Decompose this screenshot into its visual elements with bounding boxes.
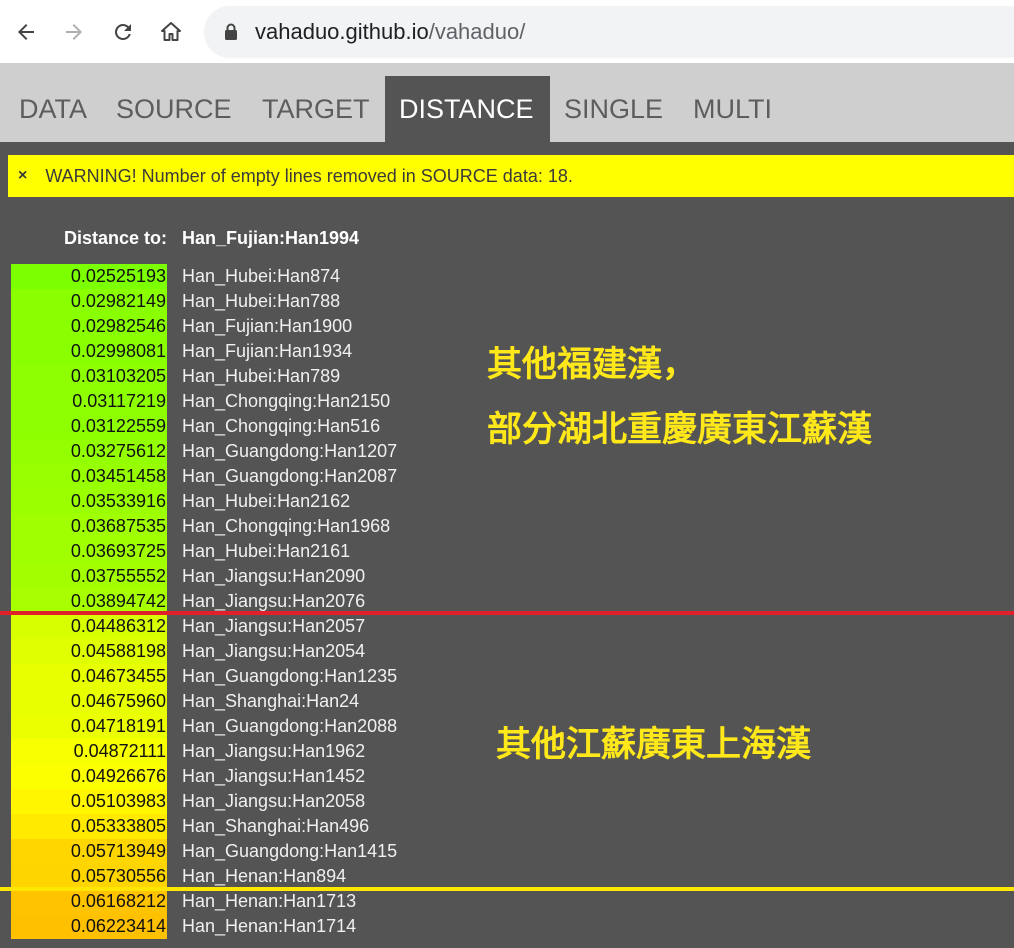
table-row: 0.05103983 Han_Jiangsu:Han2058 [0, 789, 1014, 814]
sample-name: Han_Chongqing:Han2150 [182, 391, 391, 411]
distance-value: 0.04673455 [11, 664, 167, 689]
table-row: 0.03687535 Han_Chongqing:Han1968 [0, 514, 1014, 539]
table-row: 0.05333805 Han_Shanghai:Han496 [0, 814, 1014, 839]
distance-value: 0.02525193 [11, 264, 167, 289]
distance-value: 0.06223414 [11, 914, 167, 939]
sample-name: Han_Jiangsu:Han2058 [182, 791, 366, 811]
annotation-line-1: 其他福建漢， [487, 345, 698, 384]
table-row: 0.03451458 Han_Guangdong:Han2087 [0, 464, 1014, 489]
annotation-line-2: 部分湖北重慶廣東江蘇漢 [487, 410, 873, 449]
distance-value: 0.06168212 [11, 889, 167, 914]
distance-value: 0.03117219 [11, 389, 167, 414]
forward-arrow-icon[interactable] [58, 16, 90, 48]
distance-value: 0.04588198 [11, 639, 167, 664]
distance-value: 0.04675960 [11, 689, 167, 714]
table-row: 0.05713949 Han_Guangdong:Han1415 [0, 839, 1014, 864]
sample-name: Han_Jiangsu:Han2057 [182, 616, 366, 636]
url-path: /vahaduo/ [428, 19, 526, 44]
distance-value: 0.03275612 [11, 439, 167, 464]
table-row: 0.04675960 Han_Shanghai:Han24 [0, 689, 1014, 714]
sample-name: Han_Fujian:Han1900 [182, 316, 353, 336]
sample-name: Han_Guangdong:Han1415 [182, 841, 398, 861]
sample-name: Han_Hubei:Han874 [182, 266, 341, 286]
sample-name: Han_Henan:Han1714 [182, 916, 357, 936]
table-row: 0.02525193 Han_Hubei:Han874 [0, 264, 1014, 289]
home-icon[interactable] [155, 16, 187, 48]
warning-text: WARNING! Number of empty lines removed i… [45, 165, 573, 186]
distance-value: 0.05333805 [11, 814, 167, 839]
sample-name: Han_Jiangsu:Han1962 [182, 741, 366, 761]
distance-value: 0.04926676 [11, 764, 167, 789]
sample-name: Han_Jiangsu:Han2090 [182, 566, 366, 586]
address-bar[interactable]: vahaduo.github.io/vahaduo/ [204, 6, 1014, 58]
sample-name: Han_Chongqing:Han516 [182, 416, 381, 436]
sample-name: Han_Shanghai:Han24 [182, 691, 360, 711]
sample-name: Han_Shanghai:Han496 [182, 816, 370, 836]
tab-single[interactable]: SINGLE [550, 76, 677, 142]
sample-name: Han_Jiangsu:Han1452 [182, 766, 366, 786]
sample-name: Han_Guangdong:Han1235 [182, 666, 398, 686]
table-row: 0.03533916 Han_Hubei:Han2162 [0, 489, 1014, 514]
sample-name: Han_Guangdong:Han2087 [182, 466, 398, 486]
sample-name: Han_Hubei:Han789 [182, 366, 341, 386]
distance-value: 0.05103983 [11, 789, 167, 814]
table-row: 0.04588198 Han_Jiangsu:Han2054 [0, 639, 1014, 664]
distance-value: 0.03755552 [11, 564, 167, 589]
distance-target: Han_Fujian:Han1994 [182, 228, 360, 248]
sample-name: Han_Hubei:Han2162 [182, 491, 351, 511]
table-row: 0.05730556 Han_Henan:Han894 [0, 864, 1014, 889]
table-row: 0.04926676 Han_Jiangsu:Han1452 [0, 764, 1014, 789]
tab-target[interactable]: TARGET [248, 76, 384, 142]
warning-banner: × WARNING! Number of empty lines removed… [8, 155, 1014, 197]
distance-value: 0.03533916 [11, 489, 167, 514]
distance-value: 0.04718191 [11, 714, 167, 739]
sample-name: Han_Henan:Han1713 [182, 891, 357, 911]
tab-distance[interactable]: DISTANCE [385, 76, 550, 142]
distance-value: 0.03451458 [11, 464, 167, 489]
distance-value: 0.03693725 [11, 539, 167, 564]
close-icon[interactable]: × [18, 167, 27, 185]
table-row: 0.06223414 Han_Henan:Han1714 [0, 914, 1014, 939]
table-row: 0.03755552 Han_Jiangsu:Han2090 [0, 564, 1014, 589]
sample-name: Han_Guangdong:Han2088 [182, 716, 398, 736]
tab-data[interactable]: DATA [5, 76, 101, 142]
sample-name: Han_Hubei:Han2161 [182, 541, 351, 561]
distance-value: 0.02998081 [11, 339, 167, 364]
distance-value: 0.04486312 [11, 614, 167, 639]
distance-value: 0.03122559 [11, 414, 167, 439]
tab-bar: DATA SOURCE TARGET DISTANCE SINGLE MULTI [0, 63, 1014, 142]
url-host: vahaduo.github.io [255, 19, 429, 44]
distance-value: 0.04872111 [11, 739, 167, 764]
distance-value: 0.03103205 [11, 364, 167, 389]
lock-icon [224, 23, 238, 46]
tab-multi[interactable]: MULTI [679, 76, 786, 142]
sample-name: Han_Jiangsu:Han2054 [182, 641, 366, 661]
distance-value: 0.02982546 [11, 314, 167, 339]
table-row: 0.04486312 Han_Jiangsu:Han2057 [0, 614, 1014, 639]
table-row: 0.06168212 Han_Henan:Han1713 [0, 889, 1014, 914]
reload-icon[interactable] [107, 16, 139, 48]
tab-source[interactable]: SOURCE [102, 76, 246, 142]
distance-value: 0.03687535 [11, 514, 167, 539]
table-row: 0.02982149 Han_Hubei:Han788 [0, 289, 1014, 314]
distance-label: Distance to: [63, 228, 167, 248]
back-arrow-icon[interactable] [10, 16, 42, 48]
table-row: 0.03693725 Han_Hubei:Han2161 [0, 539, 1014, 564]
yellow-divider-line [0, 887, 1014, 891]
annotation-line-3: 其他江蘇廣東上海漢 [496, 725, 812, 764]
sample-name: Han_Hubei:Han788 [182, 291, 341, 311]
browser-toolbar: vahaduo.github.io/vahaduo/ [0, 0, 1014, 63]
red-divider-line [0, 611, 1014, 615]
table-row: 0.04673455 Han_Guangdong:Han1235 [0, 664, 1014, 689]
sample-name: Han_Chongqing:Han1968 [182, 516, 391, 536]
distance-value: 0.05730556 [11, 864, 167, 889]
sample-name: Han_Henan:Han894 [182, 866, 347, 886]
distance-value: 0.05713949 [11, 839, 167, 864]
distance-value: 0.02982149 [11, 289, 167, 314]
sample-name: Han_Guangdong:Han1207 [182, 441, 398, 461]
url-text: vahaduo.github.io/vahaduo/ [255, 19, 525, 45]
sample-name: Han_Fujian:Han1934 [182, 341, 353, 361]
